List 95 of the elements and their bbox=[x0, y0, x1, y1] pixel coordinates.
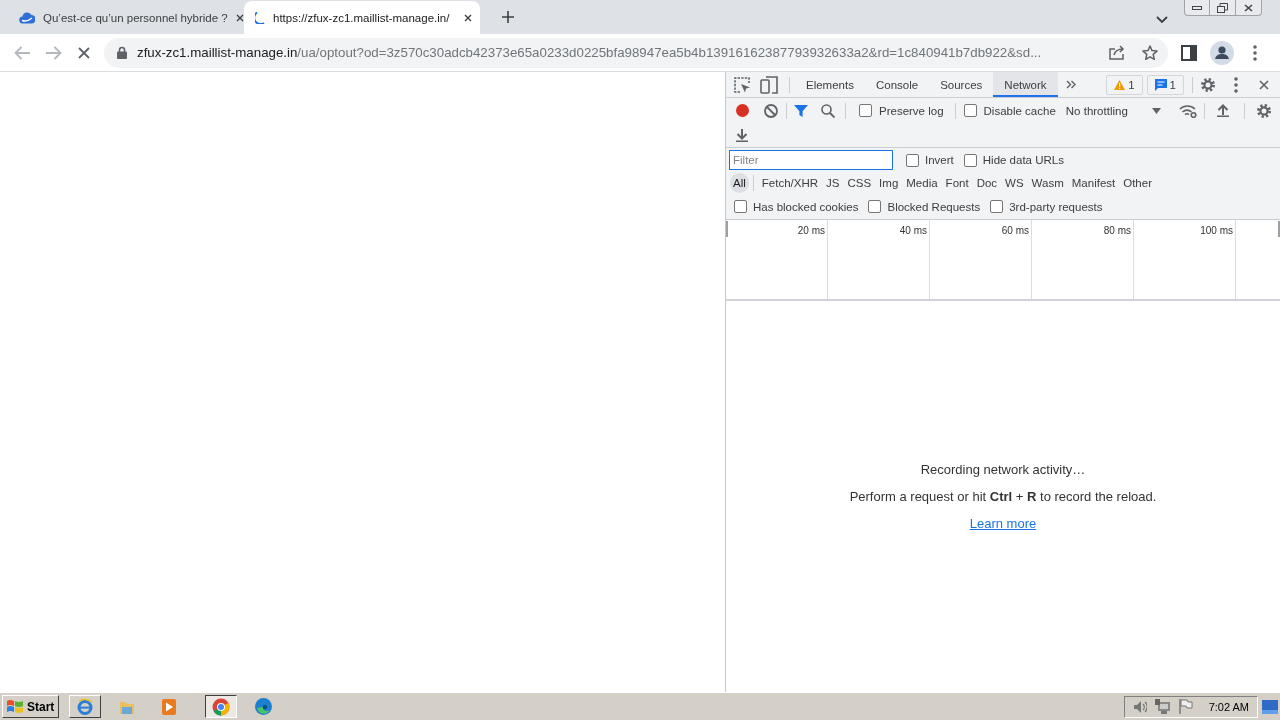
devtools-tab[interactable]: Network bbox=[993, 72, 1058, 97]
stop-icon[interactable] bbox=[78, 46, 90, 59]
type-filter[interactable]: Manifest bbox=[1068, 173, 1119, 193]
warnings-badge[interactable]: 1 bbox=[1106, 74, 1143, 95]
download-icon[interactable] bbox=[736, 128, 748, 142]
tick-label: 100 ms bbox=[1200, 225, 1233, 236]
taskbar-button[interactable] bbox=[205, 695, 238, 718]
monitor-icon[interactable] bbox=[1154, 699, 1171, 714]
star-icon[interactable] bbox=[1142, 45, 1158, 60]
minimize-button[interactable] bbox=[1184, 0, 1210, 16]
minimize-icon bbox=[1192, 5, 1202, 10]
circle-logo-icon[interactable] bbox=[212, 697, 231, 716]
more-icon[interactable] bbox=[1234, 76, 1238, 93]
type-filter[interactable]: Fetch/XHR bbox=[758, 173, 822, 193]
record-icon[interactable] bbox=[736, 104, 749, 117]
checkbox-label[interactable]: 3rd-party requests bbox=[1009, 200, 1103, 213]
checkbox-label[interactable]: Invert bbox=[925, 154, 954, 166]
clear-icon[interactable] bbox=[764, 103, 778, 118]
start-button[interactable]: Start bbox=[2, 695, 60, 718]
learn-more-link[interactable]: Learn more bbox=[969, 516, 1037, 531]
checkbox[interactable] bbox=[868, 200, 882, 213]
play-icon[interactable] bbox=[162, 698, 177, 715]
side-panel-icon[interactable] bbox=[1181, 44, 1197, 61]
swirl-icon[interactable] bbox=[254, 698, 272, 715]
type-filter[interactable]: Doc bbox=[973, 173, 1001, 193]
tick-label: 80 ms bbox=[1103, 225, 1131, 236]
tick-label: 60 ms bbox=[1001, 225, 1029, 236]
checkbox[interactable] bbox=[906, 153, 919, 167]
address-bar[interactable]: zfux-zc1.maillist-manage.in/ua/optout?od=3z570c30adcb42373e65a0233d0225bfa98947ea5b4b13916162387793932633a2&rd=1c840941b7db922&sd... bbox=[104, 37, 1168, 68]
tick-label: 40 ms bbox=[899, 225, 927, 236]
devtools-tab[interactable]: Console bbox=[864, 72, 930, 97]
checkbox[interactable] bbox=[963, 153, 977, 167]
filter-input[interactable]: Filter bbox=[729, 150, 893, 170]
close-icon[interactable] bbox=[1259, 79, 1269, 90]
close-icon bbox=[1244, 3, 1253, 12]
cloud-icon bbox=[19, 11, 35, 24]
browser-tab[interactable]: Qu’est-ce qu’un personnel hybride ? bbox=[8, 1, 244, 34]
caret-down-icon bbox=[1151, 107, 1161, 114]
restore-icon bbox=[1217, 2, 1228, 13]
type-filter[interactable]: Img bbox=[876, 173, 902, 193]
settings-icon[interactable] bbox=[1201, 77, 1215, 92]
empty-state-hint: Perform a request or hit Ctrl + R to record the reload. bbox=[849, 489, 1157, 504]
checkbox[interactable] bbox=[734, 200, 747, 213]
chevron-down-icon[interactable] bbox=[1156, 16, 1168, 23]
close-icon[interactable] bbox=[464, 13, 472, 22]
message-icon bbox=[1154, 78, 1167, 91]
chevron-double-right-icon[interactable] bbox=[1065, 80, 1076, 89]
devices-icon[interactable] bbox=[760, 75, 778, 94]
search-icon[interactable] bbox=[821, 103, 835, 118]
type-filter[interactable]: All bbox=[730, 173, 749, 193]
inspect-icon[interactable] bbox=[733, 75, 751, 94]
type-filter[interactable]: WS bbox=[1002, 173, 1027, 193]
close-window-button[interactable] bbox=[1236, 0, 1262, 16]
range-handle[interactable] bbox=[726, 221, 728, 237]
checkbox[interactable] bbox=[990, 200, 1004, 213]
empty-state-title: Recording network activity… bbox=[920, 462, 1086, 477]
checkbox-label[interactable]: Preserve log bbox=[879, 104, 944, 117]
type-filter[interactable]: CSS bbox=[844, 173, 875, 193]
filter-icon[interactable] bbox=[794, 104, 808, 117]
devtools-tab[interactable]: Sources bbox=[929, 72, 994, 97]
timeline-overview[interactable]: 20 ms 40 ms 60 ms 80 ms 100 ms bbox=[726, 220, 1280, 301]
share-icon[interactable] bbox=[1109, 45, 1125, 60]
throttling-dropdown[interactable]: No throttling bbox=[1065, 104, 1161, 117]
type-filter[interactable]: Other bbox=[1120, 173, 1155, 193]
checkbox-label[interactable]: Disable cache bbox=[983, 104, 1056, 117]
close-icon[interactable] bbox=[235, 13, 244, 22]
devtools-tab[interactable]: Elements bbox=[795, 72, 865, 97]
avatar-icon[interactable] bbox=[1210, 40, 1234, 65]
settings-icon[interactable] bbox=[1256, 103, 1271, 118]
more-icon[interactable] bbox=[1253, 44, 1257, 61]
checkbox[interactable] bbox=[963, 104, 977, 117]
type-filter[interactable]: JS bbox=[823, 173, 843, 193]
plus-icon[interactable] bbox=[502, 11, 514, 23]
checkbox-label[interactable]: Hide data URLs bbox=[982, 154, 1064, 166]
clock[interactable]: 7:02 AM bbox=[1208, 700, 1249, 713]
range-handle[interactable] bbox=[1278, 221, 1280, 237]
desktop-icon[interactable] bbox=[1262, 699, 1278, 714]
upload-icon[interactable] bbox=[1216, 104, 1229, 117]
checkbox-label[interactable]: Blocked Requests bbox=[887, 200, 981, 213]
messages-badge[interactable]: 1 bbox=[1146, 74, 1184, 95]
windows-flag-icon bbox=[6, 699, 24, 714]
lock-icon bbox=[117, 46, 127, 59]
type-filter[interactable]: Font bbox=[942, 173, 972, 193]
type-filter[interactable]: Media bbox=[903, 173, 941, 193]
loading-spinner-icon bbox=[255, 11, 265, 24]
wifi-gear-icon[interactable] bbox=[1178, 103, 1197, 118]
checkbox[interactable] bbox=[859, 104, 872, 117]
type-filter[interactable]: Wasm bbox=[1028, 173, 1067, 193]
checkbox-label[interactable]: Has blocked cookies bbox=[753, 200, 859, 213]
browser-tab[interactable]: https://zfux-zc1.maillist-manage.in/ bbox=[244, 1, 480, 34]
warning-icon bbox=[1114, 79, 1126, 90]
flag-icon[interactable] bbox=[1178, 699, 1193, 714]
tick-label: 20 ms bbox=[797, 225, 825, 236]
restore-button[interactable] bbox=[1210, 0, 1236, 16]
url-text: zfux-zc1.maillist-manage.in/ua/optout?od=3z570c30adcb42373e65a0233d0225bfa98947ea5b4b13916162387793932633a2&rd=1c840941b7db922&sd... bbox=[137, 45, 1043, 60]
